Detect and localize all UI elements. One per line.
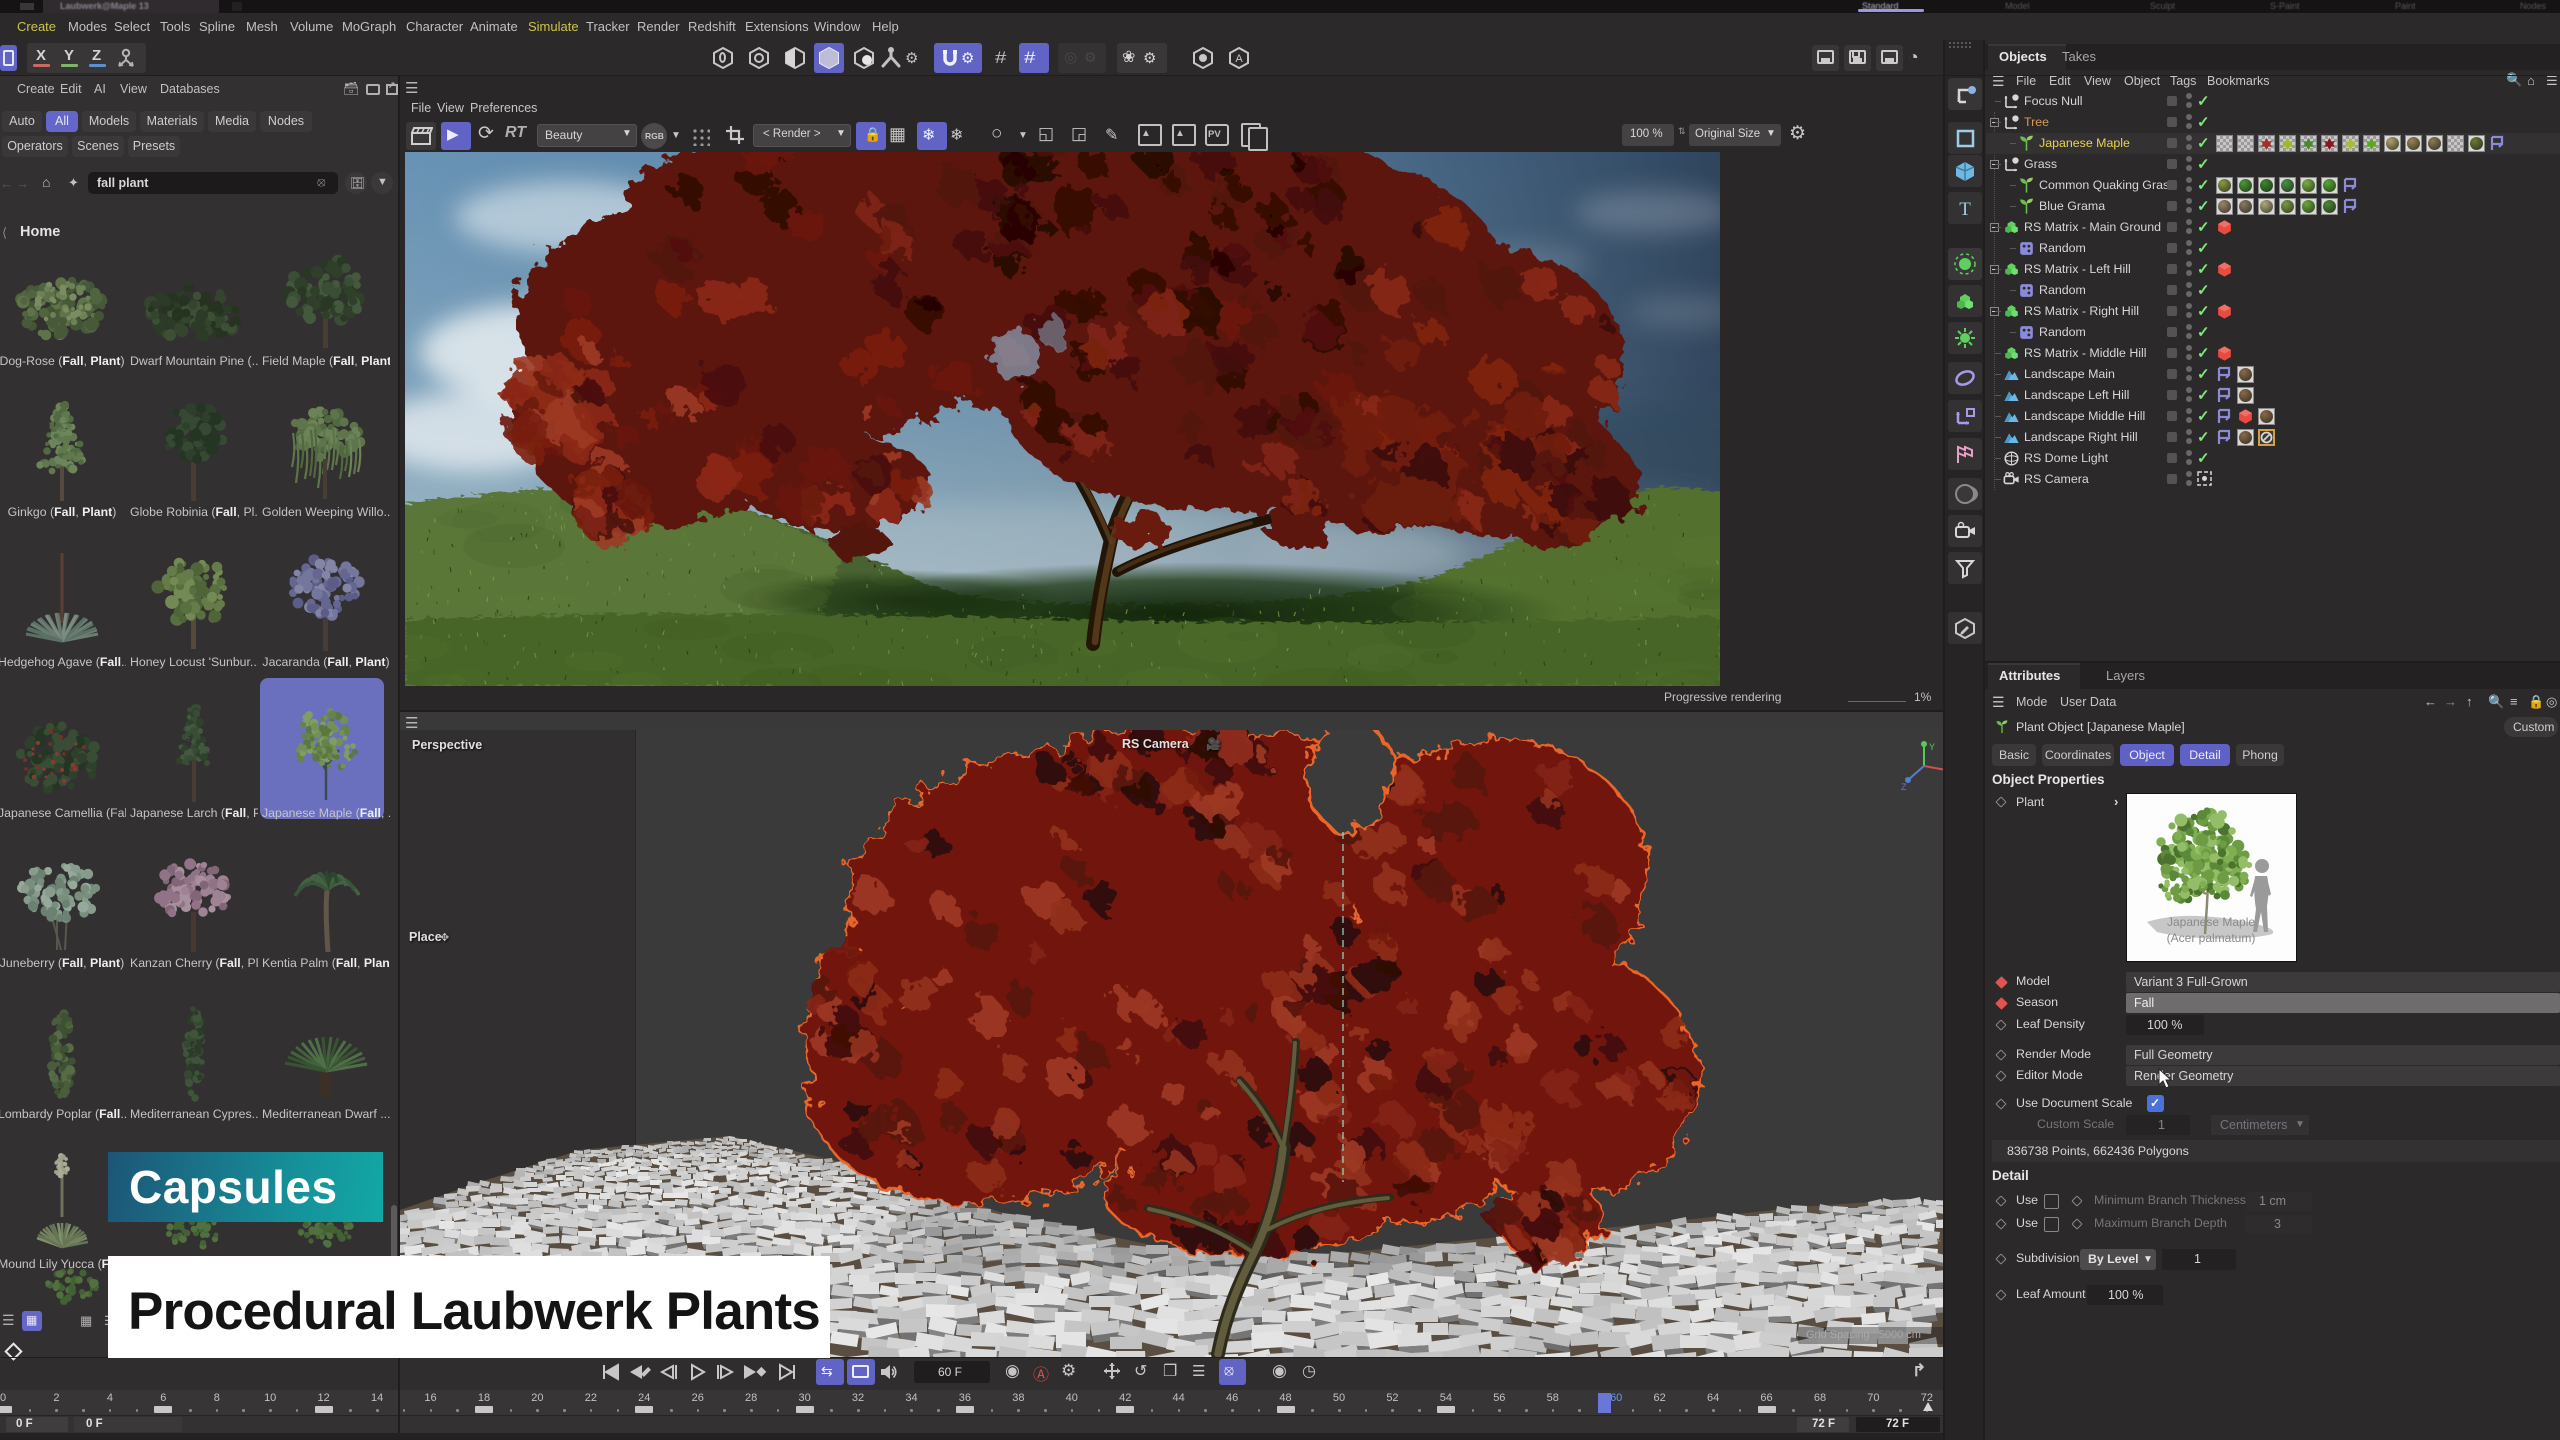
svg-text:Japanese Maple: Japanese Maple bbox=[2167, 915, 2255, 929]
svg-text:Z: Z bbox=[1901, 782, 1907, 792]
svg-text:A: A bbox=[1235, 53, 1243, 65]
svg-text:Y: Y bbox=[1929, 742, 1935, 752]
svg-text:T: T bbox=[1959, 199, 1971, 220]
svg-text:(Acer palmatum): (Acer palmatum) bbox=[2167, 931, 2256, 945]
